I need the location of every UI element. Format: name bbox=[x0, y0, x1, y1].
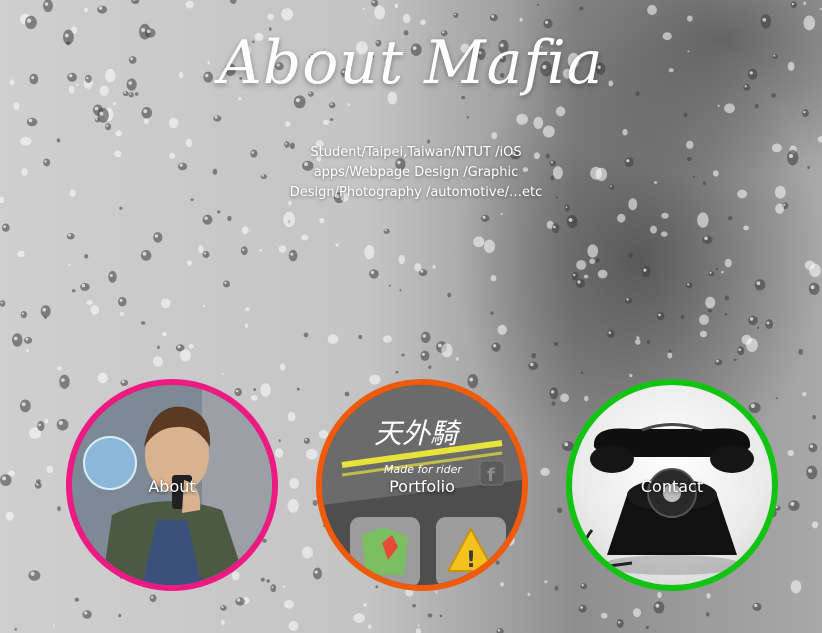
page-title: About Mafia bbox=[218, 28, 604, 98]
contact-label: Contact bbox=[640, 477, 704, 496]
contact-button[interactable]: Contact bbox=[566, 379, 778, 591]
about-label: About bbox=[148, 477, 196, 496]
portfolio-app-title: 天外騎 bbox=[374, 417, 462, 450]
portfolio-label: Portfolio bbox=[389, 477, 455, 496]
about-button[interactable]: About bbox=[66, 379, 278, 591]
portfolio-tagline: Made for rider bbox=[384, 463, 463, 476]
svg-text:!: ! bbox=[466, 548, 476, 573]
portfolio-button[interactable]: 天外騎 Made for rider f ! Portfolio bbox=[316, 379, 528, 591]
page-subtitle: Student/Taipei,Taiwan/NTUT /iOS apps/Web… bbox=[289, 145, 543, 200]
